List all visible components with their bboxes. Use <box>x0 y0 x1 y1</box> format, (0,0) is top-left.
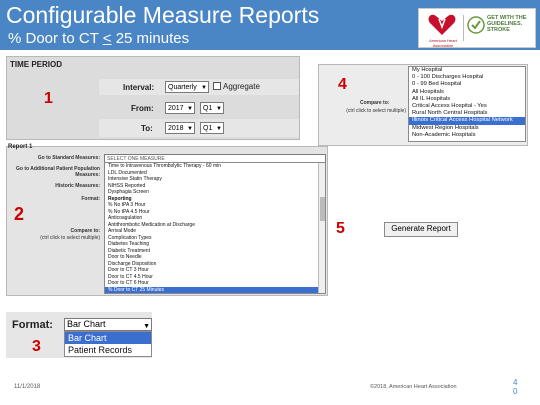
page-number: 40 <box>513 378 517 396</box>
format-zoom-select[interactable]: Bar Chart ▼ <box>64 318 152 331</box>
format-options-list[interactable]: Bar Chart Patient Records <box>64 331 152 357</box>
to-row <box>99 119 299 137</box>
compare-option[interactable]: Rural North Central Hospitals <box>409 110 525 117</box>
page-title: Configurable Measure Reports <box>6 2 320 28</box>
gwtg-logo-text: GET WITH THE GUIDELINES. STROKE <box>487 15 527 33</box>
measure-listbox[interactable]: Time to Intravenous Thrombolytic Therapy… <box>104 162 326 294</box>
compare-option[interactable]: Non-Academic Hospitals <box>409 132 525 139</box>
aggregate-checkbox[interactable] <box>213 82 221 90</box>
historic-measures-label: Historic Measures: <box>55 183 100 189</box>
marker-5: 5 <box>336 220 345 237</box>
aha-logo-text: American Heart Association <box>429 38 457 48</box>
subtitle-tail: 25 minutes <box>111 30 190 47</box>
to-label: To: <box>141 124 153 133</box>
interval-value: Quarterly <box>168 84 197 91</box>
generate-report-button[interactable]: Generate Report <box>384 222 458 237</box>
from-quarter-value: Q1 <box>203 105 213 112</box>
additional-measures-label: Go to Additional Patient Population Meas… <box>16 166 100 178</box>
compare-option[interactable]: 0 - 99 Bed Hospital <box>409 81 525 88</box>
compare-option[interactable]: Critical Access Hospital - Yes <box>409 103 525 110</box>
to-year-select[interactable]: 2018 ▼ <box>165 122 195 134</box>
standard-measures-label: Go to Standard Measures: <box>37 155 100 161</box>
format-zoom-value: Bar Chart <box>67 319 106 329</box>
report-compare-hint: (ctrl click to select multiple) <box>40 235 100 241</box>
chevron-down-icon: ▼ <box>201 85 207 91</box>
header-bar: Configurable Measure Reports % Door to C… <box>0 0 540 50</box>
measure-option[interactable]: % Door to CT 25 Minutes <box>105 286 325 293</box>
measure-scrollbar[interactable] <box>318 163 325 293</box>
page-subtitle: % Door to CT < 25 minutes <box>8 30 189 47</box>
compare-option[interactable]: All IL Hospitals <box>409 96 525 103</box>
footer-date: 11/1/2018 <box>14 384 41 390</box>
compare-option[interactable]: My Hospital <box>409 67 525 74</box>
interval-select[interactable]: Quarterly ▼ <box>165 81 209 93</box>
chevron-down-icon: ▼ <box>216 106 222 112</box>
footer-copyright: ©2018, American Heart Association <box>370 384 457 390</box>
compare-option[interactable]: 0 - 100 Discharges Hospital <box>409 74 525 81</box>
compare-hint: (ctrl click to select multiple) <box>346 108 406 114</box>
format-label: Format: <box>81 196 100 202</box>
logo-divider <box>463 15 464 41</box>
from-quarter-select[interactable]: Q1 ▼ <box>200 102 224 114</box>
format-zoom-label: Format: <box>12 319 53 331</box>
gwtg-logo-icon <box>467 16 485 34</box>
chevron-down-icon: ▼ <box>216 126 222 132</box>
format-option[interactable]: Bar Chart <box>65 332 151 344</box>
marker-3: 3 <box>32 338 41 355</box>
page-number-line2: 0 <box>513 387 518 396</box>
from-label: From: <box>131 104 154 113</box>
compare-option[interactable]: Midwest Region Hospitals <box>409 125 525 132</box>
from-year-value: 2017 <box>168 105 184 112</box>
scrollbar-thumb[interactable] <box>320 197 325 221</box>
to-quarter-value: Q1 <box>203 125 213 132</box>
chevron-down-icon: ▼ <box>187 106 193 112</box>
marker-2: 2 <box>14 204 25 224</box>
interval-label: Interval: <box>123 83 155 92</box>
subtitle-text: % Door to CT <box>8 30 103 47</box>
compare-option[interactable]: All Hospitals <box>409 89 525 96</box>
to-year-value: 2018 <box>168 125 184 132</box>
subtitle-symbol: < <box>102 30 112 47</box>
report-heading: Report 1 <box>8 144 33 150</box>
compare-listbox[interactable]: My Hospital 0 - 100 Discharges Hospital 0 … <box>408 66 526 142</box>
compare-label: Compare to: <box>360 100 390 106</box>
report-compare-label: Compare to: <box>70 228 100 234</box>
marker-4: 4 <box>338 76 347 93</box>
marker-1: 1 <box>44 90 53 107</box>
aggregate-label: Aggregate <box>223 82 260 91</box>
format-option[interactable]: Patient Records <box>65 344 151 356</box>
logo-box: American Heart Association GET WITH THE … <box>418 8 536 48</box>
compare-option[interactable]: Illinois Critical Access Hospital Networ… <box>409 117 525 125</box>
from-year-select[interactable]: 2017 ▼ <box>165 102 195 114</box>
heart-logo-icon <box>428 14 456 35</box>
to-quarter-select[interactable]: Q1 ▼ <box>200 122 224 134</box>
time-period-heading: TIME PERIOD <box>10 60 63 69</box>
chevron-down-icon: ▼ <box>187 126 193 132</box>
page-number-line1: 4 <box>513 378 518 387</box>
